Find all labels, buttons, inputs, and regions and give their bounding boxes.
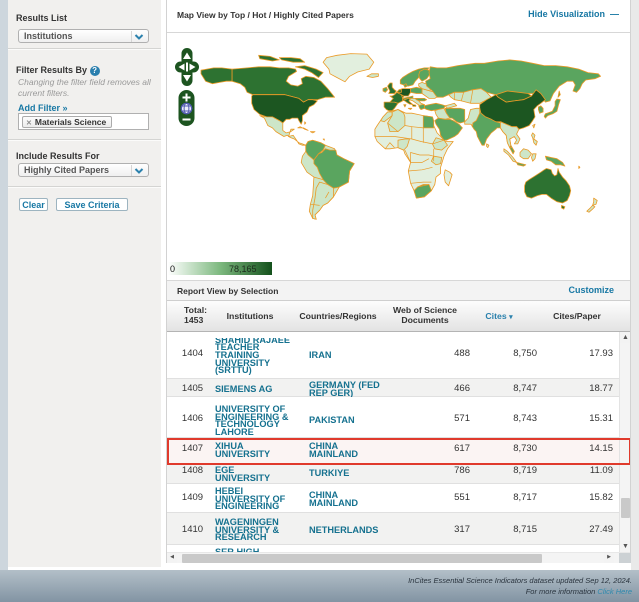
svg-text:0: 0 bbox=[170, 264, 175, 274]
svg-text:78,165: 78,165 bbox=[229, 264, 257, 274]
